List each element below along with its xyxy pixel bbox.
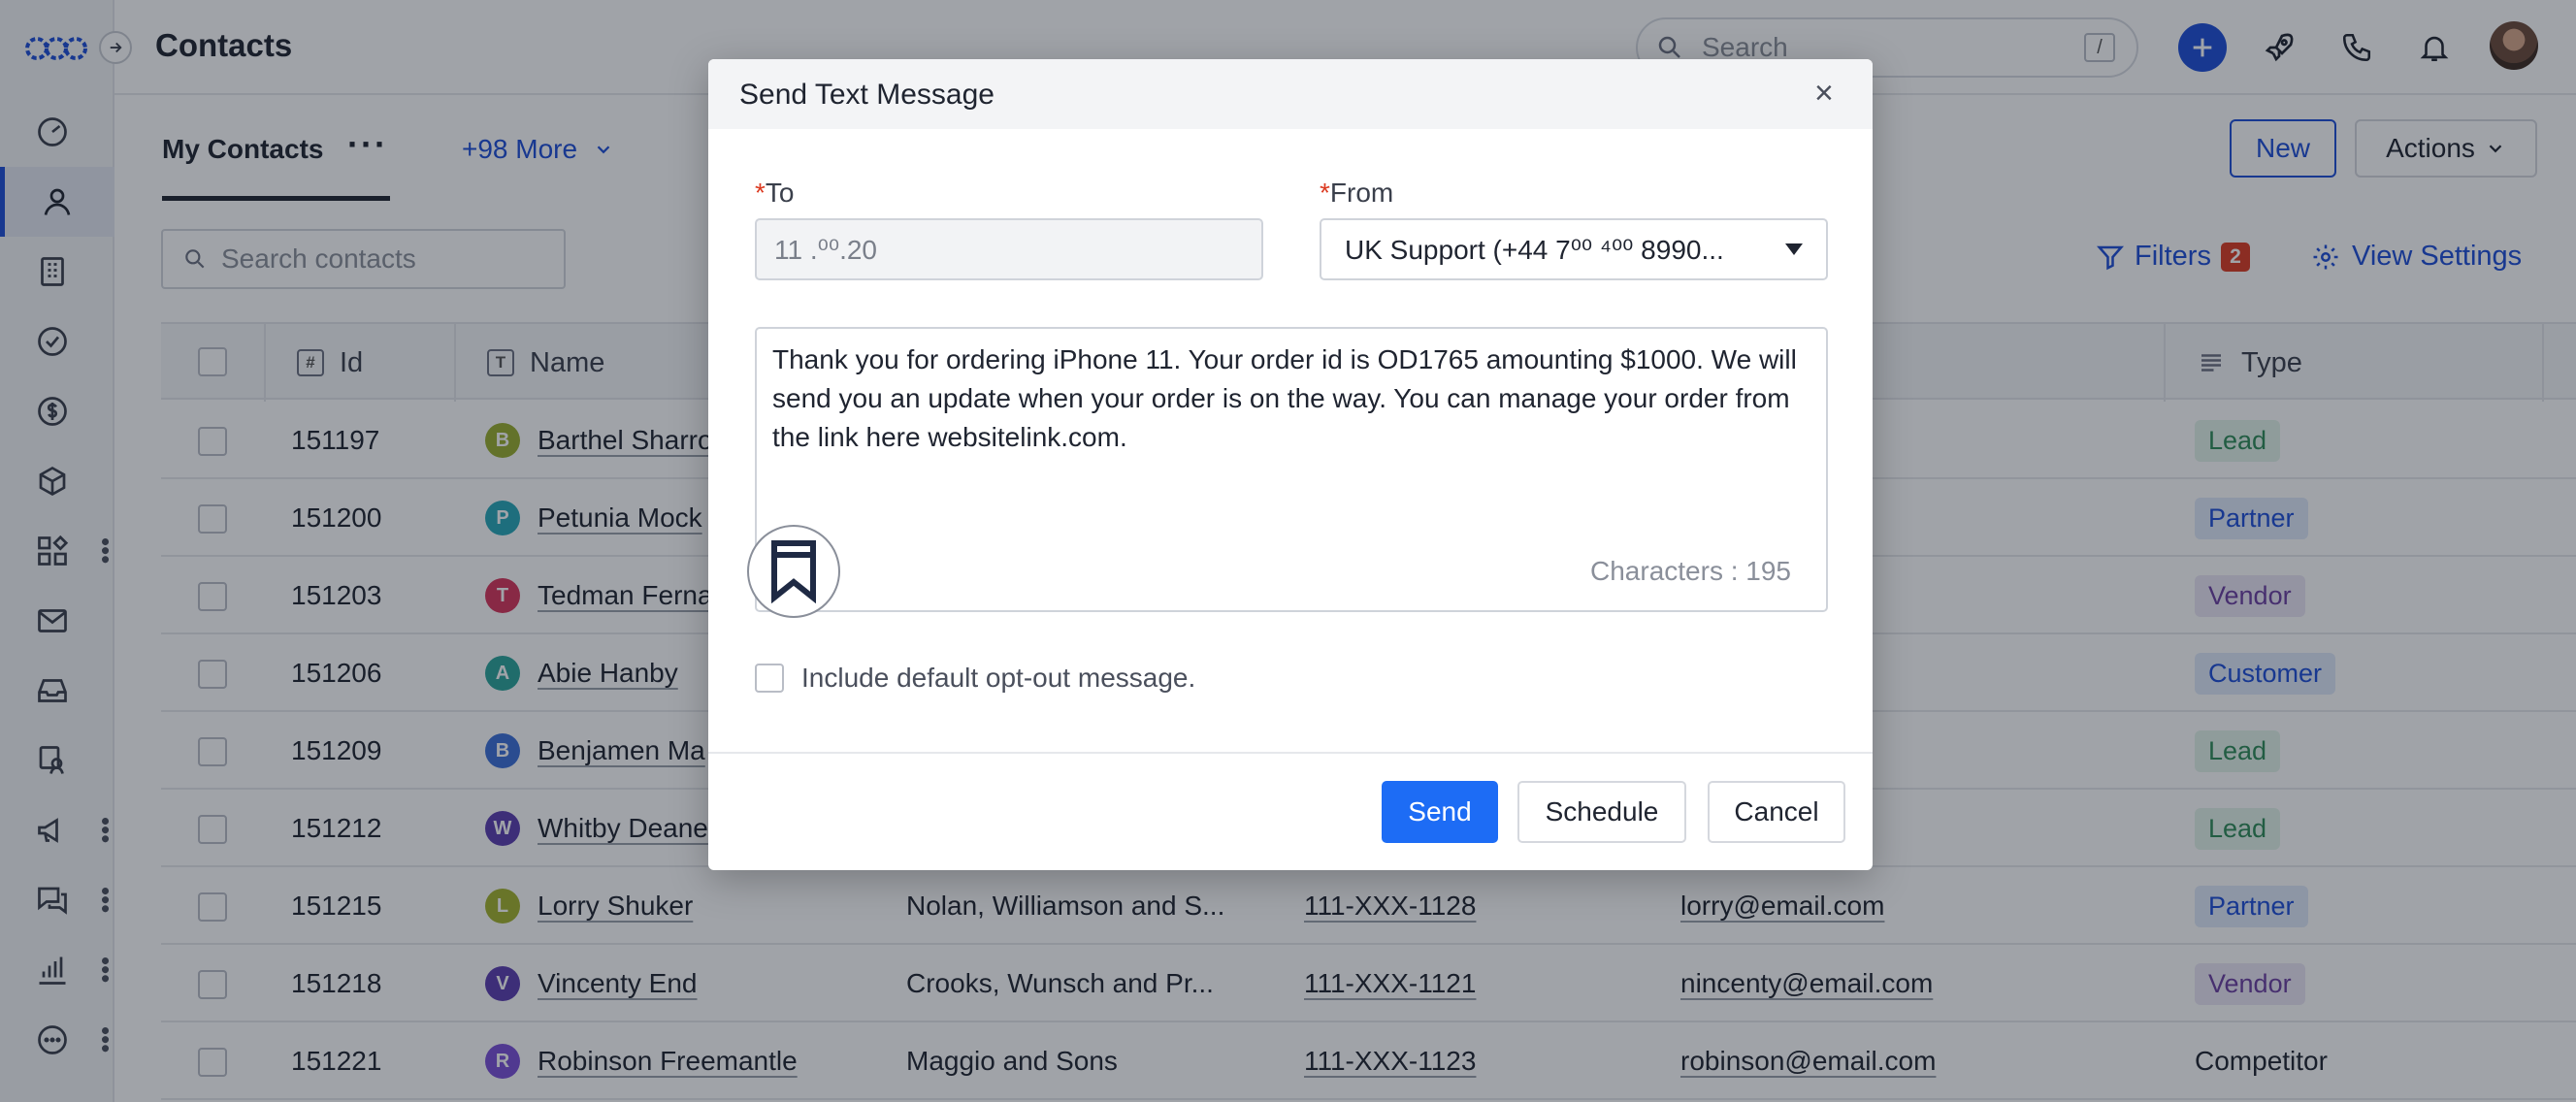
optout-option[interactable]: Include default opt-out message. bbox=[755, 663, 1195, 694]
dialog-title: Send Text Message bbox=[739, 79, 995, 111]
to-field[interactable]: 11 .⁰⁰.20 bbox=[755, 218, 1263, 280]
dialog-header: Send Text Message × bbox=[708, 59, 1873, 129]
from-select[interactable]: UK Support (+44 7⁰⁰ ⁴⁰⁰ 8990... bbox=[1320, 218, 1828, 280]
send-text-message-dialog: Send Text Message × *To 11 .⁰⁰.20 *From … bbox=[708, 59, 1873, 870]
message-text: Thank you for ordering iPhone 11. Your o… bbox=[772, 344, 1797, 452]
dialog-divider bbox=[708, 752, 1873, 754]
from-selected-value: UK Support (+44 7⁰⁰ ⁴⁰⁰ 8990... bbox=[1345, 234, 1724, 265]
required-marker: * bbox=[755, 178, 766, 208]
optout-label: Include default opt-out message. bbox=[801, 663, 1196, 693]
templates-button[interactable] bbox=[747, 525, 840, 618]
cancel-button[interactable]: Cancel bbox=[1708, 781, 1845, 843]
from-label-text: From bbox=[1329, 178, 1394, 208]
close-icon[interactable]: × bbox=[1814, 77, 1834, 110]
to-label-text: To bbox=[765, 178, 795, 208]
bookmark-icon bbox=[771, 540, 816, 603]
character-count: Characters : 195 bbox=[1590, 556, 1791, 586]
to-label: *To bbox=[755, 178, 794, 209]
from-label: *From bbox=[1320, 178, 1393, 209]
required-marker: * bbox=[1320, 178, 1330, 208]
optout-checkbox[interactable] bbox=[755, 664, 784, 693]
send-button[interactable]: Send bbox=[1382, 781, 1498, 843]
caret-down-icon bbox=[1785, 243, 1803, 255]
schedule-button[interactable]: Schedule bbox=[1517, 781, 1686, 843]
